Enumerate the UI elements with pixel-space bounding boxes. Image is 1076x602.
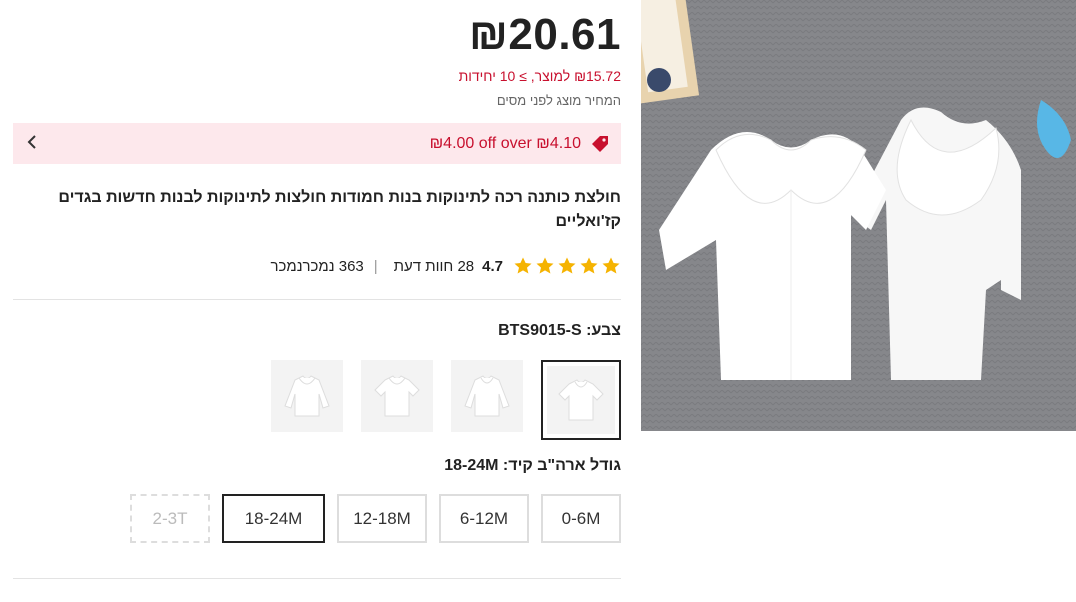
size-value: 18-24M bbox=[444, 457, 499, 474]
bulk-unit-price: ₪15.72 למוצר, ≥ 10 יחידות bbox=[458, 68, 621, 84]
size-option-6-12m[interactable]: 6-12M bbox=[439, 494, 529, 543]
star-icon bbox=[536, 257, 554, 274]
size-option-12-18m[interactable]: 12-18M bbox=[337, 494, 427, 543]
size-label-text: גודל ארה"ב קיד: bbox=[502, 457, 621, 474]
tag-icon bbox=[591, 135, 609, 153]
color-label: צבע: BTS9015-S bbox=[498, 322, 621, 340]
size-label: גודל ארה"ב קיד: 18-24M bbox=[444, 457, 621, 475]
divider bbox=[13, 299, 621, 300]
size-option-0-6m[interactable]: 0-6M bbox=[541, 494, 621, 543]
size-options: 0-6M 6-12M 12-18M 18-24M 2-3T bbox=[130, 494, 621, 543]
color-swatch-1[interactable] bbox=[541, 360, 621, 440]
color-swatch-3[interactable] bbox=[361, 360, 433, 432]
rating-stars bbox=[513, 256, 621, 276]
star-icon bbox=[558, 257, 576, 274]
reviews-count: 28 bbox=[457, 257, 475, 275]
chevron-left-icon[interactable] bbox=[27, 134, 37, 155]
color-label-text: צבע: bbox=[586, 322, 621, 339]
product-title: חולצת כותנה רכה לתינוקות בנות חמודות חול… bbox=[58, 189, 621, 230]
reviews-label: חוות דעת bbox=[393, 257, 454, 275]
rating-score: 4.7 bbox=[482, 257, 503, 275]
sold-count: 363 bbox=[338, 257, 364, 275]
promo-text: ₪4.00 off over ₪4.10 bbox=[429, 134, 581, 152]
price: ₪20.61 bbox=[469, 10, 621, 59]
star-icon bbox=[602, 257, 620, 274]
product-info-panel: ₪20.61 ₪15.72 למוצר, ≥ 10 יחידות המחיר מ… bbox=[13, 0, 621, 602]
promo-banner[interactable]: ₪4.00 off over ₪4.10 bbox=[13, 123, 621, 164]
separator: | bbox=[373, 257, 378, 275]
divider bbox=[13, 578, 621, 579]
color-swatches bbox=[271, 360, 621, 440]
reviews-link[interactable]: 28 חוות דעת bbox=[394, 258, 474, 275]
color-value: BTS9015-S bbox=[498, 322, 582, 339]
tax-note: המחיר מוצג לפני מסים bbox=[496, 93, 621, 108]
sold-info: 363 נמכרנמכר bbox=[271, 258, 364, 275]
rating-row[interactable]: 4.7 28 חוות דעת | 363 נמכרנמכר bbox=[271, 256, 622, 276]
size-option-2-3t[interactable]: 2-3T bbox=[130, 494, 210, 543]
product-image[interactable] bbox=[641, 0, 1076, 431]
star-icon bbox=[514, 257, 532, 274]
color-swatch-2[interactable] bbox=[451, 360, 523, 432]
color-swatch-4[interactable] bbox=[271, 360, 343, 432]
star-icon bbox=[580, 257, 598, 274]
size-option-18-24m[interactable]: 18-24M bbox=[222, 494, 325, 543]
sold-label: נמכרנמכר bbox=[270, 257, 335, 275]
